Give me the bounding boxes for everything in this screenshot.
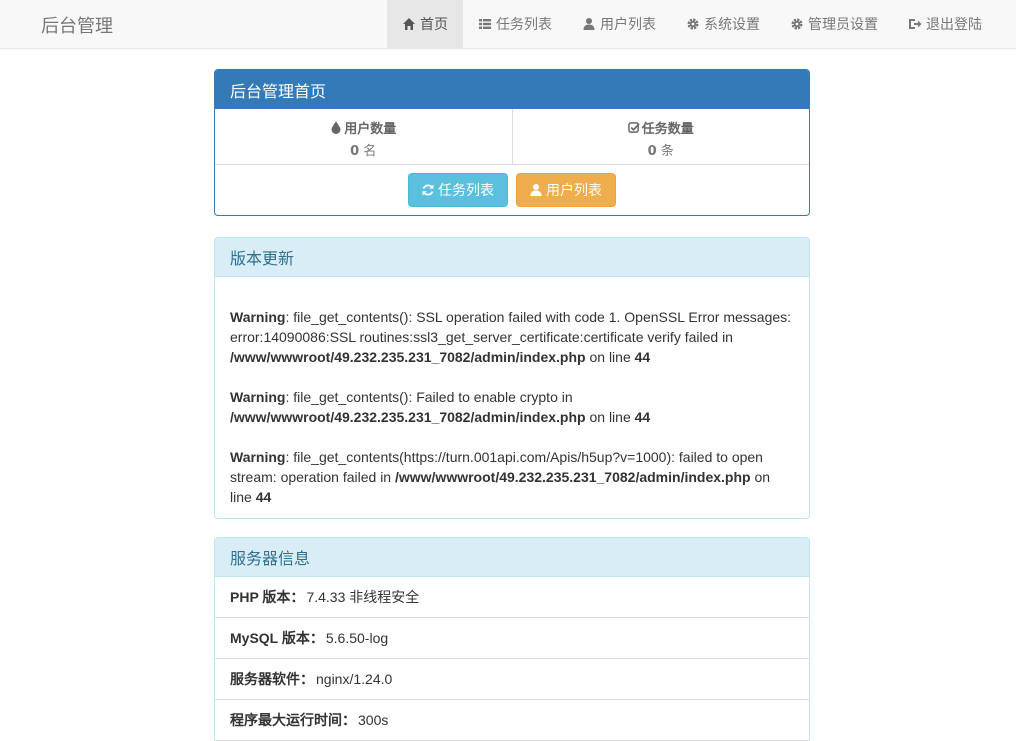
main-nav: 首页 任务列表 用户列表 系统设置 管理员设置 退出登陆 [387, 0, 1016, 48]
logout-icon [908, 17, 922, 31]
user-list-button-label: 用户列表 [546, 183, 602, 199]
user-count-stat: 用户数量 0 名 [215, 109, 512, 165]
warning-message: Warning: file_get_contents(): Failed to … [230, 389, 651, 425]
nav-label: 系统设置 [704, 17, 760, 33]
refresh-icon [422, 184, 434, 196]
dashboard-panel: 后台管理首页 用户数量 0 名 任务数量 0 条 任务列表 用户列表 [214, 69, 810, 216]
warning-message: Warning: file_get_contents(): SSL operat… [230, 309, 792, 365]
brand-title[interactable]: 后台管理 [41, 12, 113, 38]
server-info-row: PHP 版本： 7.4.33 非线程安全 [215, 577, 809, 618]
task-list-button-label: 任务列表 [438, 183, 494, 199]
nav-item-user-list[interactable]: 用户列表 [567, 0, 671, 48]
nav-item-logout[interactable]: 退出登陆 [893, 0, 1016, 48]
dashboard-buttons: 任务列表 用户列表 [215, 165, 809, 215]
dashboard-title: 后台管理首页 [215, 70, 809, 109]
user-list-button[interactable]: 用户列表 [516, 173, 616, 207]
nav-item-home[interactable]: 首页 [387, 0, 463, 48]
server-info-row: MySQL 版本： 5.6.50-log [215, 618, 809, 659]
server-container: 服务器信息 PHP 版本： 7.4.33 非线程安全 MySQL 版本： 5.6.5… [214, 537, 810, 741]
nav-label: 用户列表 [600, 17, 656, 33]
user-count-value: 0 [350, 144, 360, 159]
user-count-unit: 名 [363, 144, 377, 159]
nav-label: 首页 [420, 17, 448, 33]
water-drop-icon [331, 121, 341, 134]
stats-row: 用户数量 0 名 任务数量 0 条 [215, 109, 809, 165]
nav-item-admin-settings[interactable]: 管理员设置 [775, 0, 893, 48]
version-update-panel: 版本更新 Warning: file_get_contents(): SSL o… [214, 237, 810, 519]
gear-icon [686, 17, 700, 31]
top-navbar: 后台管理 首页 任务列表 用户列表 系统设置 管理员设置 退出登陆 [0, 0, 1016, 49]
task-count-value: 0 [647, 144, 657, 159]
check-square-icon [627, 122, 640, 133]
nav-label: 任务列表 [496, 17, 552, 33]
list-icon [478, 17, 492, 31]
server-info-row: 服务器软件： nginx/1.24.0 [215, 659, 809, 700]
gear-icon [790, 17, 804, 31]
user-count-label: 用户数量 [344, 122, 397, 137]
warning-message: Warning: file_get_contents(https://turn.… [230, 449, 771, 505]
task-count-unit: 条 [660, 144, 674, 159]
version-update-title: 版本更新 [215, 238, 809, 277]
home-icon [402, 17, 416, 31]
nav-label: 管理员设置 [808, 17, 878, 33]
task-count-stat: 任务数量 0 条 [511, 109, 809, 165]
user-icon [530, 184, 542, 196]
update-container: 版本更新 Warning: file_get_contents(): SSL o… [214, 237, 810, 519]
task-list-button[interactable]: 任务列表 [408, 173, 508, 207]
dashboard-container: 后台管理首页 用户数量 0 名 任务数量 0 条 任务列表 用户列表 [214, 69, 810, 216]
version-update-body: Warning: file_get_contents(): SSL operat… [215, 277, 809, 518]
user-icon [582, 17, 596, 31]
task-count-label: 任务数量 [641, 122, 694, 137]
server-info-title: 服务器信息 [215, 538, 809, 577]
nav-item-task-list[interactable]: 任务列表 [463, 0, 567, 48]
nav-label: 退出登陆 [926, 17, 982, 33]
nav-item-system-settings[interactable]: 系统设置 [671, 0, 775, 48]
server-info-panel: 服务器信息 PHP 版本： 7.4.33 非线程安全 MySQL 版本： 5.6.5… [214, 537, 810, 741]
